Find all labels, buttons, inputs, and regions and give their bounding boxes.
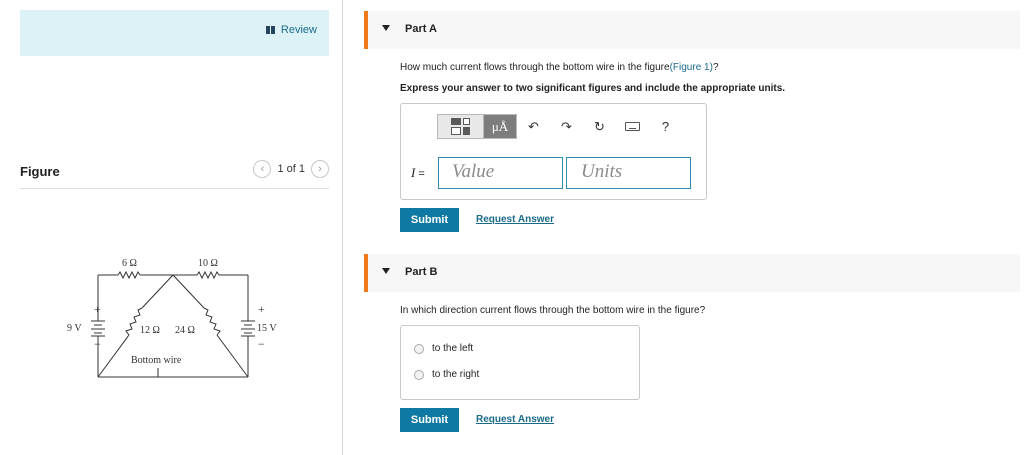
caret-down-icon[interactable] <box>382 25 390 31</box>
part-b-title: Part B <box>405 266 438 278</box>
part-b-question: In which direction current flows through… <box>400 305 706 316</box>
circuit-diagram: 6 Ω 10 Ω 12 Ω 24 Ω 9 V 15 V + − + − Bott… <box>67 258 277 378</box>
previous-figure-button[interactable]: ‹ <box>253 160 272 178</box>
question-mark: ? <box>712 62 719 73</box>
minus-right: − <box>258 337 265 351</box>
figure-link[interactable]: (Figure 1) <box>670 62 713 73</box>
value-input[interactable]: Value <box>438 157 563 189</box>
minus-left: − <box>94 337 101 351</box>
choice-left[interactable]: to the left <box>414 343 473 354</box>
plus-right: + <box>258 302 265 316</box>
label-9-volt: 9 V <box>67 323 82 334</box>
label-15-volt: 15 V <box>257 323 277 334</box>
label-6-ohm: 6 Ω <box>122 258 137 269</box>
radio-button[interactable] <box>414 369 424 380</box>
part-b-request-answer-link[interactable]: Request Answer <box>476 414 554 425</box>
label-10-ohm: 10 Ω <box>198 258 218 269</box>
plus-left: + <box>94 302 101 316</box>
figure-header: Figure ‹ 1 of 1 › <box>20 160 329 189</box>
reset-icon[interactable]: ↻ <box>583 114 616 139</box>
chevron-right-icon: › <box>318 163 322 175</box>
redo-icon[interactable]: ↷ <box>550 114 583 139</box>
chevron-left-icon: ‹ <box>260 163 265 175</box>
figure-pane: Review Figure ‹ 1 of 1 › 6 Ω 10 Ω 12 Ω 2… <box>0 0 342 455</box>
part-accent <box>364 11 368 49</box>
units-input[interactable]: Units <box>566 157 691 189</box>
variable-label: I = <box>411 165 425 181</box>
part-a-submit-button[interactable]: Submit <box>400 208 459 232</box>
part-b-submit-button[interactable]: Submit <box>400 408 459 432</box>
label-12-ohm: 12 Ω <box>140 325 160 336</box>
part-a-question: How much current flows through the botto… <box>400 62 719 73</box>
choice-right[interactable]: to the right <box>414 369 479 380</box>
templates-button[interactable] <box>437 114 483 139</box>
part-a-request-answer-link[interactable]: Request Answer <box>476 214 554 225</box>
choice-label: to the right <box>432 369 480 380</box>
help-icon[interactable]: ? <box>649 114 682 139</box>
figure-title: Figure <box>20 164 60 179</box>
math-toolbar: μÅ ↶ ↷ ↻ ? <box>437 114 682 139</box>
undo-icon[interactable]: ↶ <box>517 114 550 139</box>
radio-button[interactable] <box>414 343 424 354</box>
question-text: How much current flows through the botto… <box>400 62 670 73</box>
pane-divider <box>342 0 343 455</box>
review-bar: Review <box>20 10 329 56</box>
figure-pager: ‹ 1 of 1 › <box>253 160 329 178</box>
part-a-header[interactable]: Part A <box>364 11 1020 49</box>
review-label: Review <box>280 24 317 36</box>
book-icon <box>265 26 276 34</box>
review-link[interactable]: Review <box>265 24 317 36</box>
part-accent <box>364 254 368 292</box>
label-24-ohm: 24 Ω <box>175 325 195 336</box>
part-a-title: Part A <box>405 23 437 35</box>
keyboard-icon[interactable] <box>616 114 649 139</box>
part-a-instruction: Express your answer to two significant f… <box>400 83 786 94</box>
next-figure-button[interactable]: › <box>311 160 329 178</box>
choices-box: to the left to the right <box>400 325 640 400</box>
units-button[interactable]: μÅ <box>483 114 517 139</box>
label-bottom-wire: Bottom wire <box>131 355 182 366</box>
caret-down-icon[interactable] <box>382 268 390 274</box>
equals-sign: = <box>415 168 425 180</box>
part-b-header[interactable]: Part B <box>364 254 1020 292</box>
choice-label: to the left <box>432 343 474 354</box>
templates-icon <box>451 118 470 135</box>
pager-text: 1 of 1 <box>277 163 305 175</box>
answer-box: μÅ ↶ ↷ ↻ ? I = Value Units <box>400 103 707 200</box>
